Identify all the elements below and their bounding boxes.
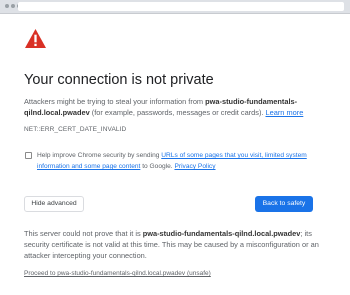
details-text: This server could not prove that it is [24, 229, 143, 238]
interstitial-page: Your connection is not private Attackers… [0, 14, 350, 295]
description-text: (for example, passwords, messages or cre… [89, 108, 266, 117]
help-text: Help improve Chrome security by sending [37, 152, 162, 159]
hide-advanced-button[interactable]: Hide advanced [24, 196, 84, 212]
warning-triangle-icon [25, 28, 46, 49]
window-dot [5, 4, 9, 8]
help-improve-text: Help improve Chrome security by sending … [37, 150, 337, 172]
help-text: to Google. [140, 163, 175, 170]
description-text: Attackers might be trying to steal your … [24, 97, 206, 106]
browser-toolbar [0, 0, 350, 14]
page-title: Your connection is not private [24, 72, 214, 88]
error-code: NET::ERR_CERT_DATE_INVALID [24, 126, 127, 133]
privacy-policy-link[interactable]: Privacy Policy [174, 163, 215, 170]
proceed-unsafe-link[interactable]: Proceed to pwa-studio-fundamentals-qilnd… [24, 270, 211, 277]
help-improve-checkbox[interactable] [25, 152, 32, 159]
window-dot [11, 4, 15, 8]
error-description: Attackers might be trying to steal your … [24, 96, 334, 118]
back-to-safety-button[interactable]: Back to safety [255, 196, 313, 212]
details-host: pwa-studio-fundamentals-qilnd.local.pwad… [142, 229, 301, 238]
address-bar[interactable] [18, 2, 344, 11]
advanced-details: This server could not prove that it is p… [24, 228, 334, 261]
learn-more-link[interactable]: Learn more [266, 108, 304, 117]
